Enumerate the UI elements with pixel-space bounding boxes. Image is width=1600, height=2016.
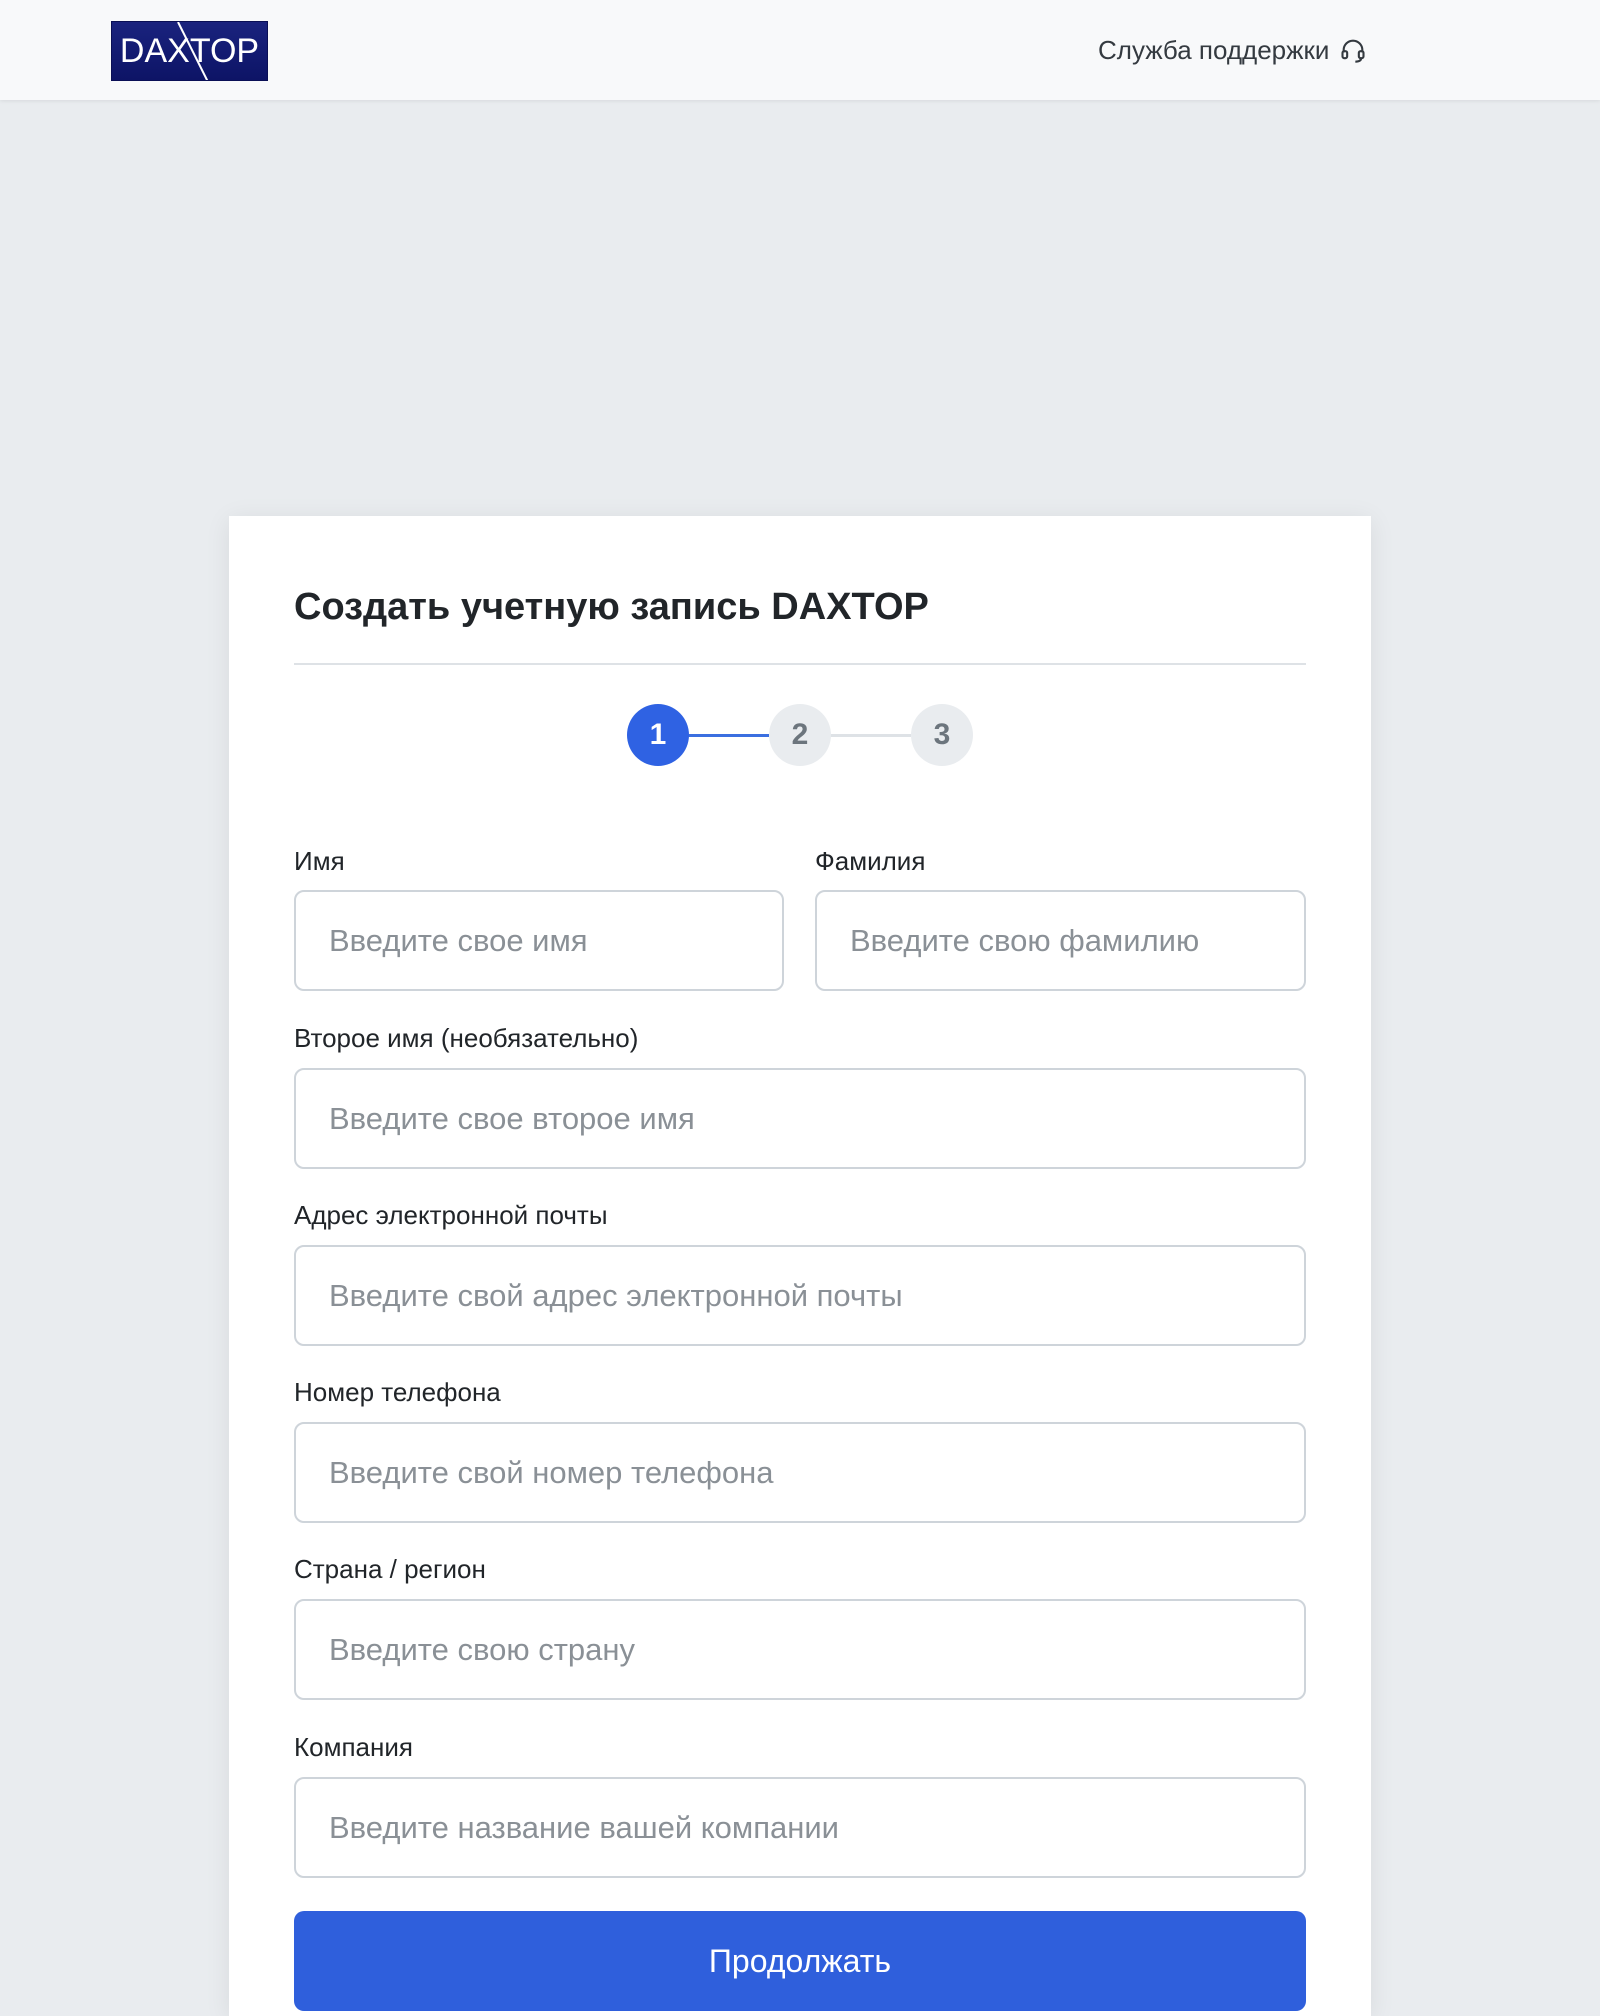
country-input[interactable] — [294, 1599, 1306, 1700]
title-divider — [294, 663, 1306, 665]
top-navbar: DAXTOP Служба поддержки — [0, 0, 1600, 100]
step-3: 3 — [911, 704, 973, 766]
email-input[interactable] — [294, 1245, 1306, 1346]
last-name-input[interactable] — [815, 890, 1306, 991]
first-name-label: Имя — [294, 846, 345, 876]
first-name-input[interactable] — [294, 890, 784, 991]
last-name-label: Фамилия — [815, 846, 926, 876]
step-1-active: 1 — [627, 704, 689, 766]
company-label: Компания — [294, 1732, 413, 1762]
headset-icon — [1341, 39, 1365, 63]
logo-text: DAXTOP — [119, 31, 260, 70]
daxtop-logo[interactable]: DAXTOP — [111, 21, 268, 81]
page-title: Создать учетную запись DAXTOP — [294, 586, 929, 628]
company-input[interactable] — [294, 1777, 1306, 1878]
email-label: Адрес электронной почты — [294, 1200, 608, 1230]
phone-label: Номер телефона — [294, 1377, 501, 1407]
step-connector-pending — [829, 734, 911, 737]
step-2: 2 — [769, 704, 831, 766]
support-link[interactable]: Служба поддержки — [1098, 30, 1367, 70]
support-label: Служба поддержки — [1098, 34, 1330, 65]
middle-name-input[interactable] — [294, 1068, 1306, 1169]
phone-input[interactable] — [294, 1422, 1306, 1523]
step-indicator: 1 2 3 — [627, 704, 973, 766]
continue-button[interactable]: Продолжать — [294, 1911, 1306, 2011]
middle-name-label: Второе имя (необязательно) — [294, 1023, 639, 1053]
country-label: Страна / регион — [294, 1554, 486, 1584]
step-connector-completed — [687, 734, 769, 737]
signup-card: Создать учетную запись DAXTOP 1 2 3 Имя … — [229, 516, 1371, 2016]
